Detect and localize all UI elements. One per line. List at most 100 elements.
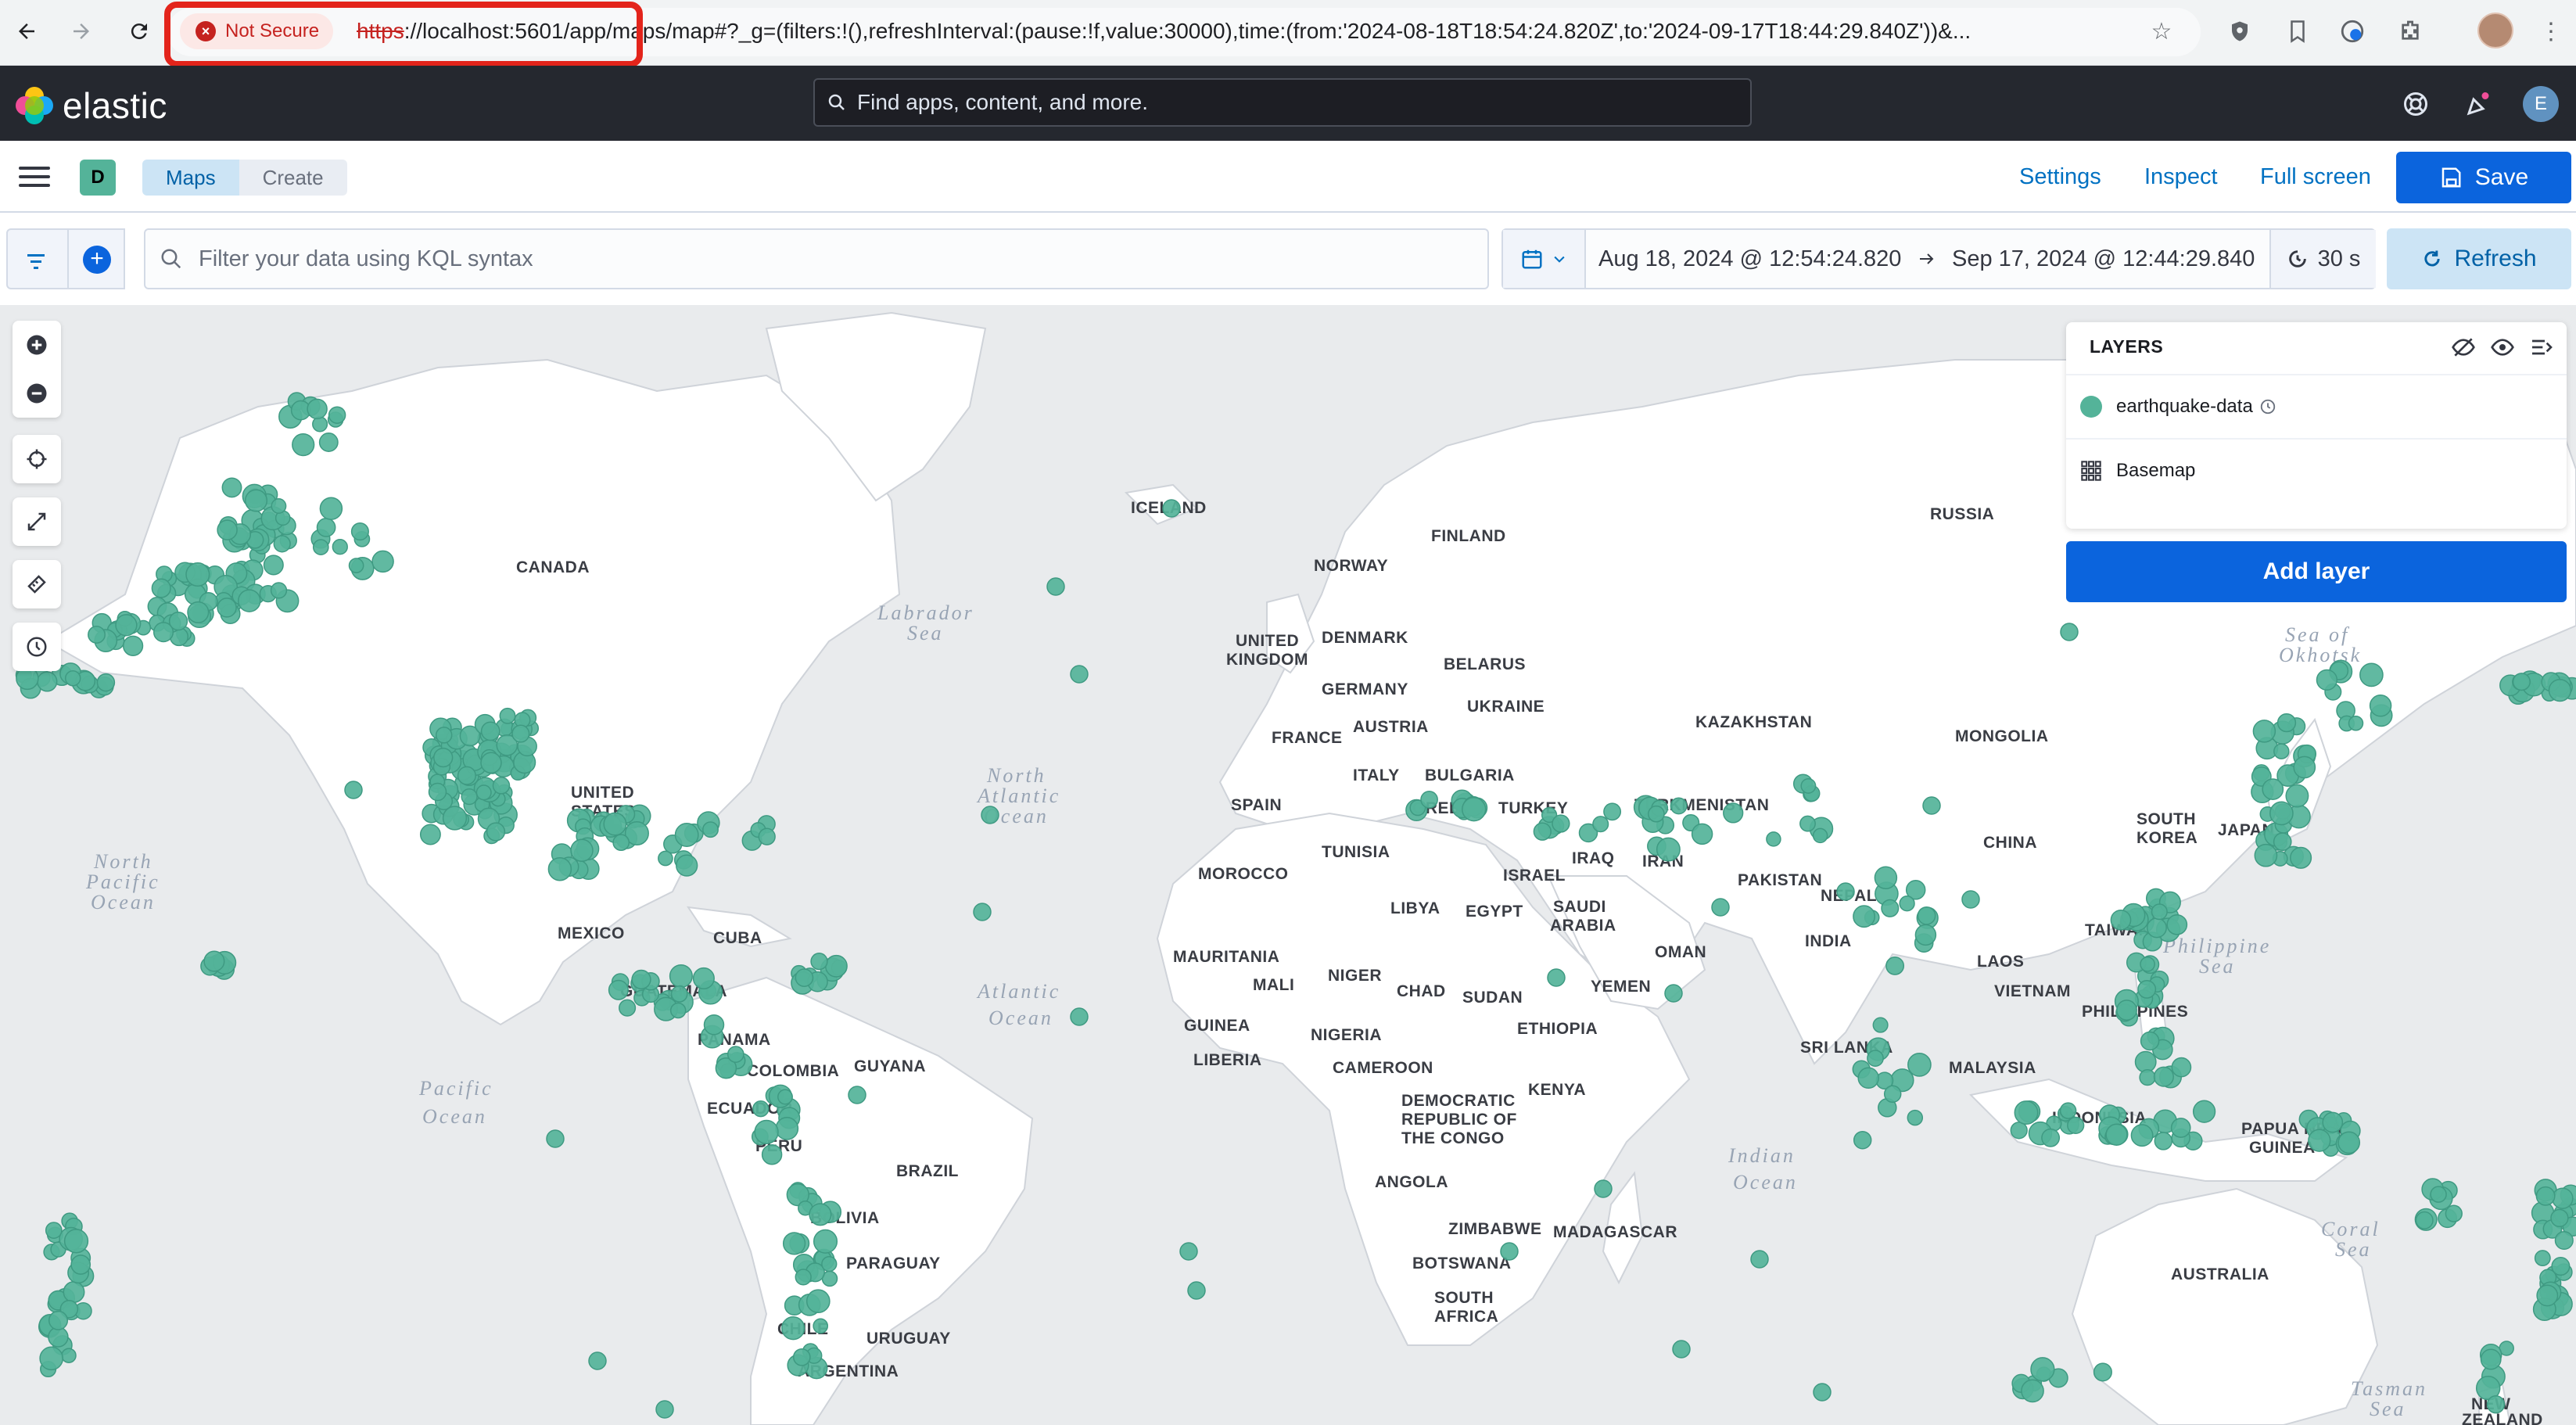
- earthquake-point[interactable]: [203, 950, 225, 972]
- earthquake-point[interactable]: [511, 724, 530, 743]
- earthquake-point[interactable]: [2273, 743, 2290, 759]
- earthquake-point[interactable]: [1836, 882, 1855, 901]
- earthquake-point[interactable]: [2010, 1122, 2028, 1140]
- earthquake-point[interactable]: [2285, 784, 2309, 808]
- earthquake-point[interactable]: [2308, 1129, 2331, 1152]
- earthquake-point[interactable]: [1603, 802, 1622, 821]
- earthquake-point[interactable]: [658, 850, 673, 867]
- earthquake-point[interactable]: [88, 626, 106, 644]
- forward-icon[interactable]: [61, 11, 102, 52]
- earthquake-point[interactable]: [1874, 866, 1898, 890]
- earthquake-point[interactable]: [2021, 1379, 2044, 1403]
- earthquake-point[interactable]: [2060, 623, 2079, 641]
- earthquake-point[interactable]: [499, 707, 516, 724]
- earthquake-point[interactable]: [2548, 678, 2572, 702]
- earthquake-point[interactable]: [1899, 896, 1915, 912]
- earthquake-point[interactable]: [61, 1348, 77, 1363]
- earthquake-point[interactable]: [981, 806, 999, 824]
- earthquake-point[interactable]: [221, 477, 242, 498]
- earthquake-point[interactable]: [848, 1086, 866, 1104]
- earthquake-point[interactable]: [2316, 669, 2338, 691]
- earthquake-point[interactable]: [1750, 1250, 1769, 1269]
- earthquake-point[interactable]: [1907, 1053, 1932, 1077]
- earthquake-point[interactable]: [2170, 1118, 2191, 1138]
- show-all-layers-icon[interactable]: [2490, 335, 2515, 360]
- earthquake-point[interactable]: [1552, 814, 1570, 833]
- earthquake-point[interactable]: [1670, 797, 1688, 815]
- earthquake-point[interactable]: [2014, 1100, 2039, 1125]
- earthquake-point[interactable]: [185, 562, 210, 587]
- hide-all-layers-icon[interactable]: [2451, 335, 2476, 360]
- earthquake-point[interactable]: [1648, 805, 1665, 823]
- earthquake-point[interactable]: [263, 555, 284, 576]
- earthquake-point[interactable]: [2269, 801, 2294, 826]
- earthquake-point[interactable]: [433, 747, 454, 768]
- earthquake-point[interactable]: [316, 518, 336, 537]
- earthquake-point[interactable]: [703, 1014, 725, 1036]
- earthquake-point[interactable]: [332, 539, 348, 555]
- earthquake-point[interactable]: [775, 1117, 799, 1140]
- earthquake-point[interactable]: [603, 812, 627, 836]
- earthquake-point[interactable]: [805, 1289, 831, 1314]
- earthquake-point[interactable]: [792, 1348, 811, 1366]
- earthquake-point[interactable]: [64, 669, 81, 687]
- back-icon[interactable]: [6, 11, 47, 52]
- earthquake-point[interactable]: [238, 589, 261, 612]
- earthquake-point[interactable]: [702, 821, 719, 838]
- earthquake-point[interactable]: [2534, 1250, 2551, 1267]
- earthquake-point[interactable]: [1547, 968, 1566, 987]
- earthquake-point[interactable]: [319, 497, 343, 520]
- earthquake-point[interactable]: [1883, 1085, 1902, 1104]
- earthquake-point[interactable]: [2137, 979, 2157, 999]
- earthquake-point[interactable]: [1656, 837, 1681, 862]
- crosshair-icon[interactable]: [13, 435, 61, 483]
- earthquake-point[interactable]: [2430, 1186, 2447, 1203]
- zoom-in-icon[interactable]: [13, 321, 61, 369]
- earthquake-point[interactable]: [2105, 1123, 2128, 1146]
- expand-arrows-icon[interactable]: [13, 497, 61, 546]
- earthquake-point[interactable]: [546, 1129, 565, 1148]
- earthquake-point[interactable]: [2059, 1102, 2077, 1119]
- refresh-button[interactable]: Refresh: [2387, 228, 2571, 289]
- earthquake-point[interactable]: [244, 489, 268, 512]
- earthquake-point[interactable]: [2154, 1132, 2173, 1150]
- earthquake-point[interactable]: [810, 953, 828, 971]
- add-filter-icon[interactable]: +: [83, 246, 111, 274]
- refresh-interval[interactable]: 30 s: [2269, 230, 2376, 288]
- end-date[interactable]: Sep 17, 2024 @ 12:44:29.840: [1952, 230, 2255, 288]
- star-icon[interactable]: ☆: [2144, 14, 2179, 48]
- earthquake-point[interactable]: [1672, 1340, 1691, 1359]
- breadcrumb-maps[interactable]: Maps: [142, 160, 239, 196]
- earthquake-point[interactable]: [795, 968, 814, 987]
- shield-extension-icon[interactable]: [2223, 14, 2257, 48]
- earthquake-point[interactable]: [781, 1316, 805, 1341]
- earthquake-point[interactable]: [371, 550, 394, 573]
- earthquake-point[interactable]: [1533, 822, 1552, 841]
- earthquake-point[interactable]: [2535, 1186, 2556, 1206]
- earthquake-point[interactable]: [1881, 899, 1900, 917]
- earthquake-point[interactable]: [821, 1255, 838, 1272]
- earthquake-point[interactable]: [2139, 1068, 2156, 1086]
- earthquake-point[interactable]: [1187, 1281, 1206, 1300]
- earthquake-point[interactable]: [1872, 1017, 1889, 1033]
- earthquake-point[interactable]: [619, 999, 637, 1017]
- earthquake-point[interactable]: [419, 824, 441, 845]
- earthquake-point[interactable]: [2262, 778, 2284, 800]
- earthquake-point[interactable]: [350, 522, 369, 541]
- earthquake-point[interactable]: [37, 671, 58, 692]
- earthquake-point[interactable]: [2536, 1284, 2559, 1307]
- zoom-out-icon[interactable]: [13, 369, 61, 418]
- earthquake-point[interactable]: [1857, 1067, 1879, 1089]
- earthquake-point[interactable]: [1813, 1383, 1832, 1402]
- earthquake-point[interactable]: [813, 1318, 829, 1334]
- earthquake-point[interactable]: [151, 578, 171, 598]
- earthquake-point[interactable]: [63, 1229, 89, 1254]
- earthquake-point[interactable]: [96, 673, 116, 692]
- earthquake-point[interactable]: [1723, 802, 1744, 824]
- earthquake-point[interactable]: [2552, 1187, 2574, 1209]
- kql-search-input[interactable]: Filter your data using KQL syntax: [144, 228, 1489, 289]
- earthquake-point[interactable]: [1711, 898, 1730, 917]
- earthquake-point[interactable]: [2512, 673, 2531, 691]
- bookmark-extension-icon[interactable]: [2280, 14, 2315, 48]
- earthquake-point[interactable]: [63, 1281, 85, 1303]
